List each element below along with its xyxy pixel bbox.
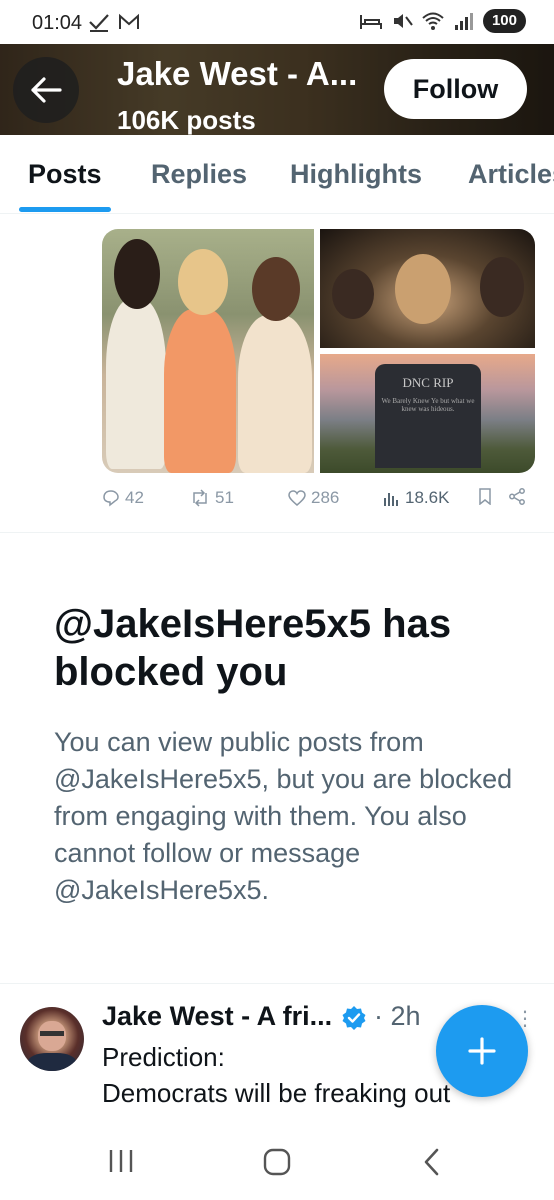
signal-icon bbox=[454, 13, 473, 30]
tab-articles[interactable]: Articles bbox=[468, 159, 554, 190]
views-icon bbox=[384, 492, 398, 506]
divider bbox=[0, 983, 554, 984]
follow-button[interactable]: Follow bbox=[384, 59, 527, 119]
tab-replies[interactable]: Replies bbox=[151, 159, 247, 190]
bed-icon bbox=[359, 15, 382, 29]
post-media-grid: DNC RIP We Barely Knew Ye but what we kn… bbox=[102, 229, 535, 473]
post-image-tombstone[interactable]: DNC RIP We Barely Knew Ye but what we kn… bbox=[320, 354, 535, 473]
bookmark-button[interactable] bbox=[478, 488, 492, 505]
profile-tabs: Posts Replies Highlights Articles bbox=[0, 135, 554, 214]
share-button[interactable] bbox=[508, 488, 526, 505]
status-time: 01:04 bbox=[32, 12, 83, 34]
compose-button[interactable] bbox=[436, 1005, 528, 1097]
views-button[interactable]: 18.6K bbox=[382, 488, 449, 508]
tombstone: DNC RIP We Barely Knew Ye but what we kn… bbox=[375, 364, 481, 468]
profile-header: Jake West - A... 106K posts Follow bbox=[0, 44, 554, 135]
repost-button[interactable]: 51 bbox=[190, 488, 234, 508]
view-count: 18.6K bbox=[405, 488, 450, 507]
reply-button[interactable]: 42 bbox=[102, 488, 144, 508]
mail-icon bbox=[119, 13, 139, 29]
plus-icon bbox=[468, 1037, 496, 1065]
profile-name: Jake West - A... bbox=[117, 55, 358, 92]
repost-count: 51 bbox=[215, 488, 234, 507]
post-time: · 2h bbox=[374, 1001, 421, 1031]
tab-posts[interactable]: Posts bbox=[28, 159, 102, 190]
like-button[interactable]: 286 bbox=[288, 488, 339, 508]
post-author-name[interactable]: Jake West - A fri... bbox=[102, 1001, 332, 1032]
reply-icon bbox=[103, 490, 119, 507]
tombstone-title: DNC RIP bbox=[402, 375, 454, 390]
heart-icon bbox=[288, 489, 306, 506]
post-actions: 42 51 286 18.6K bbox=[102, 488, 532, 512]
post-count: 106K posts bbox=[117, 105, 256, 135]
system-nav-bar bbox=[0, 1120, 554, 1200]
blocked-message: You can view public posts from @JakeIsHe… bbox=[54, 727, 513, 905]
status-bar: 01:04 100 bbox=[0, 0, 554, 44]
back-nav-icon[interactable] bbox=[422, 1148, 442, 1176]
divider bbox=[0, 532, 554, 533]
active-tab-indicator bbox=[19, 207, 111, 212]
share-icon bbox=[509, 488, 525, 505]
verified-badge-icon bbox=[342, 1006, 366, 1030]
post-image-party[interactable] bbox=[320, 229, 535, 348]
mute-icon bbox=[393, 14, 413, 28]
check-icon bbox=[89, 14, 109, 32]
blocked-title: @JakeIsHere5x5 has blocked you bbox=[54, 602, 452, 694]
reply-count: 42 bbox=[125, 488, 144, 507]
post-image-women[interactable] bbox=[102, 229, 314, 473]
tab-highlights[interactable]: Highlights bbox=[290, 159, 422, 190]
wifi-icon bbox=[422, 12, 444, 30]
system-icons: 100 bbox=[359, 9, 526, 33]
recent-apps-icon[interactable] bbox=[108, 1148, 134, 1174]
home-icon[interactable] bbox=[263, 1148, 291, 1176]
arrow-left-icon bbox=[31, 77, 62, 103]
back-button[interactable] bbox=[13, 57, 79, 123]
avatar[interactable] bbox=[20, 1007, 84, 1071]
repost-icon bbox=[193, 489, 207, 507]
notification-icons bbox=[88, 12, 140, 32]
like-count: 286 bbox=[311, 488, 340, 507]
tombstone-text: We Barely Knew Ye but what we knew was h… bbox=[381, 397, 475, 413]
bookmark-icon bbox=[479, 488, 491, 505]
battery-indicator: 100 bbox=[482, 9, 526, 33]
